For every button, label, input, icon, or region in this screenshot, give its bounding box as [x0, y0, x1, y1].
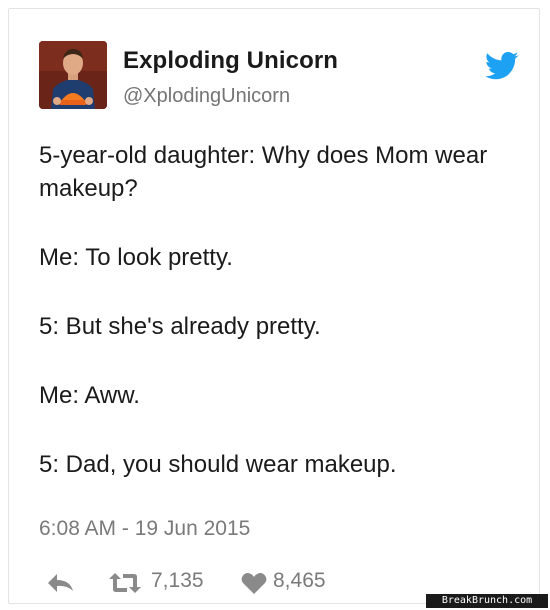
tweet-card: Exploding Unicorn @XplodingUnicorn 5-yea… — [8, 8, 540, 604]
tweet-text: 5-year-old daughter: Why does Mom wear m… — [39, 139, 519, 517]
heart-icon[interactable] — [241, 571, 267, 595]
retweet-count: 7,135 — [151, 569, 204, 592]
tweet-paragraph: 5: Dad, you should wear makeup. — [39, 451, 397, 478]
watermark: BreakBrunch.com — [426, 594, 548, 608]
author-handle[interactable]: @XplodingUnicorn — [123, 85, 290, 108]
profile-photo — [39, 41, 107, 109]
avatar[interactable] — [39, 41, 107, 109]
author-display-name[interactable]: Exploding Unicorn — [123, 47, 338, 75]
tweet-actions: 7,135 8,465 — [39, 567, 459, 595]
tweet-paragraph: 5-year-old daughter: Why does Mom wear m… — [39, 142, 488, 202]
tweet-paragraph: Me: To look pretty. — [39, 244, 233, 271]
tweet-paragraph: Me: Aww. — [39, 382, 140, 409]
tweet-timestamp[interactable]: 6:08 AM - 19 Jun 2015 — [39, 517, 250, 541]
tweet-paragraph: 5: But she's already pretty. — [39, 313, 321, 340]
like-count: 8,465 — [273, 569, 326, 592]
twitter-bird-icon[interactable] — [485, 51, 519, 81]
reply-arrow-icon[interactable] — [45, 571, 75, 595]
retweet-icon[interactable] — [107, 571, 143, 595]
